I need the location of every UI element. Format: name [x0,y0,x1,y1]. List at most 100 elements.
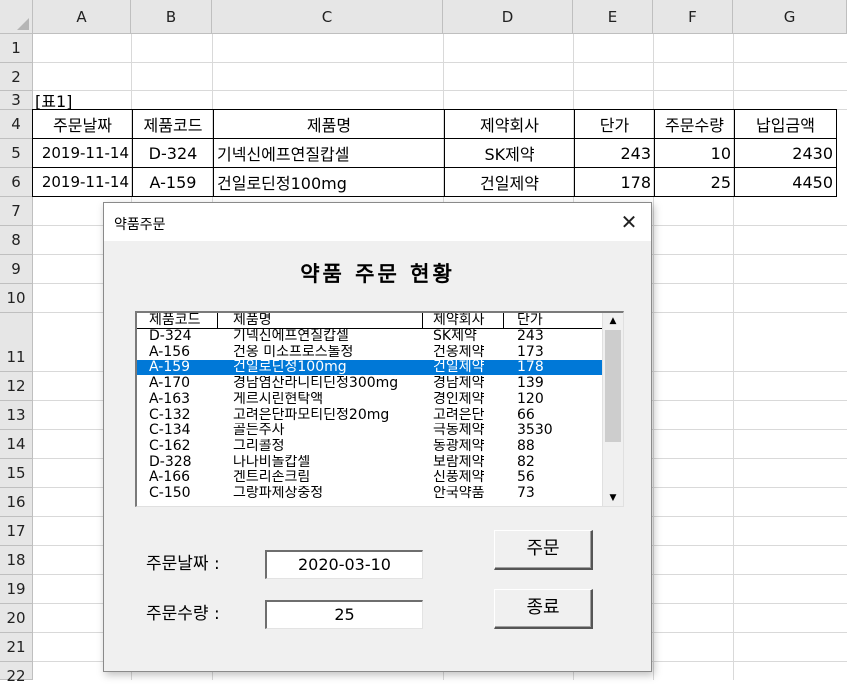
column-header-a[interactable]: A [33,0,131,34]
list-item[interactable]: A-163 게르시린현탁액 경인제약 120 [137,392,603,407]
row-header[interactable]: 1 [0,34,33,63]
row-header[interactable]: 11 [0,313,33,372]
row-header[interactable]: 18 [0,546,33,575]
listbox-header-price: 단가 [517,312,543,328]
list-item-code: C-150 [149,486,191,501]
table-cell[interactable]: 건일제약 [444,167,575,197]
row-header[interactable]: 14 [0,430,33,459]
list-item-code: C-162 [149,438,191,454]
listbox-scrollbar[interactable]: ▲ ▼ [602,313,623,506]
table-cell[interactable]: 10 [654,138,735,168]
close-icon[interactable]: ✕ [607,203,651,241]
row-header[interactable]: 17 [0,517,33,546]
list-item-price: 66 [517,407,535,423]
table-cell[interactable]: 2430 [734,138,837,168]
scroll-up-icon[interactable]: ▲ [603,313,623,329]
table-cell[interactable]: 건일로딘정100mg [213,167,445,197]
row-header[interactable]: 15 [0,459,33,488]
row-header[interactable]: 19 [0,575,33,604]
row-header[interactable]: 3 [0,91,33,110]
select-all-corner[interactable] [0,0,33,34]
table-cell[interactable]: 기넥신에프연질캅셀 [213,138,445,168]
column-header-g[interactable]: G [733,0,847,34]
scroll-down-icon[interactable]: ▼ [603,490,623,506]
exit-button[interactable]: 종료 [494,589,593,629]
order-qty-label: 주문수량 : [146,604,220,624]
table-cell[interactable]: D-324 [132,138,214,168]
list-item[interactable]: C-132 고려은단파모티딘정20mg 고려은단 66 [137,408,603,423]
list-item-price: 73 [517,486,535,501]
order-qty-field[interactable]: 25 [265,600,423,629]
list-item[interactable]: A-156 건옹 미소프로스톨정 건옹제약 173 [137,345,603,360]
row-header[interactable]: 5 [0,139,33,168]
list-item-company: 안국약품 [433,486,485,501]
header-cell[interactable]: 단가 [574,109,655,139]
order-date-label: 주문날짜 : [146,554,220,574]
list-item-name: 겐트리손크림 [233,470,311,486]
table-cell[interactable]: 4450 [734,167,837,197]
row-header[interactable]: 16 [0,488,33,517]
list-item-company: SK제약 [433,329,477,344]
order-dialog: 약품주문 ✕ 약품 주문 현황 제품코드 제품명 제약회사 단가 D-324 기넥… [103,202,652,672]
row-header[interactable]: 8 [0,226,33,255]
column-header-c[interactable]: C [212,0,443,34]
row-header[interactable]: 9 [0,255,33,284]
header-cell[interactable]: 주문수량 [654,109,735,139]
header-cell[interactable]: 주문날짜 [32,109,133,139]
table-cell[interactable]: 2019-11-14 [32,138,133,168]
header-cell[interactable]: 납입금액 [734,109,837,139]
list-item[interactable]: C-134 골든주사 극동제약 3530 [137,423,603,438]
header-cell[interactable]: 제품코드 [132,109,214,139]
list-item-price: 88 [517,438,535,454]
table-cell[interactable]: 178 [574,167,655,197]
list-item-company: 건옹제약 [433,344,485,360]
row-header[interactable]: 4 [0,110,33,139]
data-table: 주문날짜 제품코드 제품명 제약회사 단가 주문수량 납입금액 2019-11-… [32,109,837,197]
row-header[interactable]: 12 [0,372,33,401]
list-item-code: C-132 [149,407,191,423]
list-item-code: A-163 [149,391,191,407]
list-item-company: 경인제약 [433,391,485,407]
order-button[interactable]: 주문 [494,530,593,570]
row-header[interactable]: 7 [0,197,33,226]
row-header[interactable]: 22 [0,662,33,685]
list-item-code: A-156 [149,344,191,360]
column-header-d[interactable]: D [443,0,573,34]
list-item[interactable]: C-150 그랑파제상중정 안국약품 73 [137,486,603,501]
row-header[interactable]: 2 [0,63,33,91]
list-item-company: 동광제약 [433,438,485,454]
column-header-b[interactable]: B [131,0,212,34]
list-item[interactable]: D-328 나나비놀캅셀 보람제약 82 [137,455,603,470]
scrollbar-thumb[interactable] [605,330,621,442]
list-item[interactable]: A-170 경남염산라니티딘정300mg 경남제약 139 [137,376,603,391]
table-cell[interactable]: SK제약 [444,138,575,168]
dialog-heading: 약품 주문 현황 [300,262,455,286]
list-item-price: 243 [517,329,544,344]
table-cell[interactable]: 2019-11-14 [32,167,133,197]
row-header[interactable]: 10 [0,284,33,313]
table-cell[interactable]: A-159 [132,167,214,197]
list-item[interactable]: C-162 그리콜정 동광제약 88 [137,439,603,454]
row-header[interactable]: 13 [0,401,33,430]
column-header-e[interactable]: E [573,0,653,34]
list-item-price: 82 [517,454,535,470]
table-row: 2019-11-14 A-159 건일로딘정100mg 건일제약 178 25 … [32,167,837,197]
dialog-titlebar[interactable]: 약품주문 ✕ [104,203,651,241]
list-item[interactable]: D-324 기넥신에프연질캅셀 SK제약 243 [137,329,603,344]
header-cell[interactable]: 제품명 [213,109,445,139]
list-item[interactable]: A-166 겐트리손크림 신풍제약 56 [137,470,603,485]
table-cell[interactable]: 243 [574,138,655,168]
list-item[interactable]: A-159 건일로딘정100mg 건일제약 178 [137,360,603,376]
row-header[interactable]: 6 [0,168,33,197]
list-item-code: A-159 [149,360,191,376]
list-item-price: 178 [517,360,544,376]
product-listbox[interactable]: 제품코드 제품명 제약회사 단가 D-324 기넥신에프연질캅셀 SK제약 243 A-… [135,311,624,507]
row-header[interactable]: 20 [0,604,33,633]
column-header-f[interactable]: F [653,0,733,34]
row-header[interactable]: 21 [0,633,33,662]
header-cell[interactable]: 제약회사 [444,109,575,139]
list-item-code: A-170 [149,376,191,392]
table-cell[interactable]: 25 [654,167,735,197]
order-date-field[interactable]: 2020-03-10 [265,550,423,579]
list-item-price: 173 [517,344,544,360]
